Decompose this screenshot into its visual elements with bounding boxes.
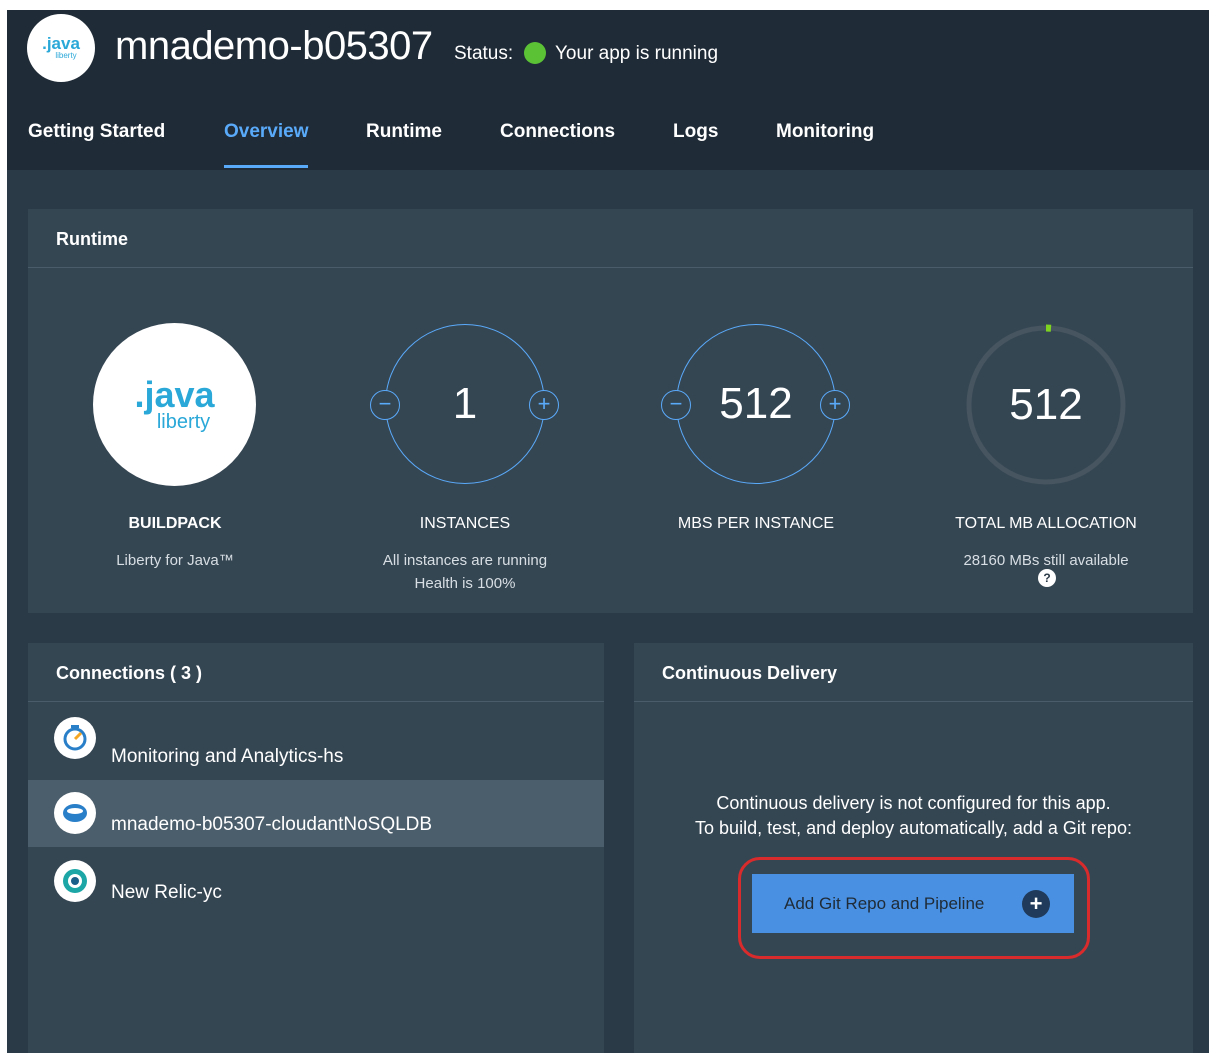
runtime-panel-header: Runtime <box>28 209 1193 268</box>
logo-liberty-text: liberty <box>55 51 77 60</box>
instances-running-text: All instances are running <box>382 552 548 569</box>
total-allocation-label: TOTAL MB ALLOCATION <box>955 515 1137 532</box>
memory-increment-button[interactable]: + <box>820 390 850 420</box>
app-dashboard: .java liberty mnademo-b05307 Status: You… <box>7 10 1209 1053</box>
instances-health-text: Health is 100% <box>414 575 516 592</box>
memory-gauge: 512 <box>676 324 836 484</box>
buildpack-value: Liberty for Java™ <box>116 552 234 569</box>
connections-panel-header: Connections ( 3 ) <box>28 643 604 702</box>
buildpack-logo: .java liberty <box>93 323 256 486</box>
tab-overview[interactable]: Overview <box>224 120 309 144</box>
connections-panel: Connections ( 3 ) Monitoring and Analyti… <box>28 643 604 1053</box>
connection-item-cloudant[interactable]: mnademo-b05307-cloudantNoSQLDB <box>28 780 604 847</box>
tab-runtime[interactable]: Runtime <box>366 120 442 144</box>
add-git-repo-label: Add Git Repo and Pipeline <box>784 894 985 913</box>
buildpack-label: BUILDPACK <box>128 515 222 532</box>
continuous-delivery-title: Continuous Delivery <box>662 663 838 683</box>
header: .java liberty mnademo-b05307 Status: You… <box>7 10 1209 170</box>
total-allocation-value: 512 <box>1009 380 1083 429</box>
connection-label: mnademo-b05307-cloudantNoSQLDB <box>111 814 433 835</box>
runtime-panel-title: Runtime <box>56 229 128 249</box>
continuous-delivery-panel: Continuous Delivery Continuous delivery … <box>634 643 1193 1053</box>
active-tab-indicator <box>224 165 308 168</box>
monitoring-icon <box>54 717 96 759</box>
connections-panel-title: Connections ( 3 ) <box>56 663 203 683</box>
instances-status: All instances are running Health is 100% <box>335 549 595 595</box>
tab-getting-started[interactable]: Getting Started <box>28 120 165 144</box>
connection-item-monitoring[interactable]: Monitoring and Analytics-hs <box>28 703 604 770</box>
tab-logs[interactable]: Logs <box>673 120 718 144</box>
connection-label: Monitoring and Analytics-hs <box>111 746 344 767</box>
memory-decrement-button[interactable]: − <box>661 390 691 420</box>
continuous-delivery-message: Continuous delivery is not configured fo… <box>634 791 1193 841</box>
app-title: mnademo-b05307 <box>115 24 433 68</box>
logo-java-text: .java <box>42 34 80 53</box>
instances-label: INSTANCES <box>419 515 511 532</box>
instances-increment-button[interactable]: + <box>529 390 559 420</box>
memory-value: 512 <box>719 379 793 428</box>
app-logo: .java liberty <box>27 14 95 82</box>
plus-icon: + <box>1022 890 1050 918</box>
continuous-delivery-header: Continuous Delivery <box>634 643 1193 702</box>
new-relic-icon <box>54 860 96 902</box>
buildpack-java-text: .java <box>134 373 215 415</box>
connection-label: New Relic-yc <box>111 882 222 903</box>
status-indicator-icon <box>524 42 546 64</box>
instances-value: 1 <box>452 379 478 428</box>
instances-decrement-button[interactable]: − <box>370 390 400 420</box>
tab-monitoring[interactable]: Monitoring <box>776 120 874 144</box>
status-text: Your app is running <box>555 43 719 64</box>
memory-label: MBS PER INSTANCE <box>677 515 835 532</box>
continuous-delivery-line2: To build, test, and deploy automatically… <box>695 818 1132 838</box>
connection-item-new-relic[interactable]: New Relic-yc <box>28 848 604 915</box>
continuous-delivery-line1: Continuous delivery is not configured fo… <box>716 793 1111 813</box>
runtime-panel: Runtime .java liberty BUILDPACK Liberty … <box>28 209 1193 613</box>
instances-gauge: 1 <box>385 324 545 484</box>
cloudant-icon <box>54 792 96 834</box>
add-git-repo-button[interactable]: Add Git Repo and Pipeline + <box>752 874 1074 933</box>
help-icon[interactable]: ? <box>1038 569 1056 587</box>
buildpack-liberty-text: liberty <box>156 410 211 433</box>
status-label: Status: <box>454 43 514 64</box>
tab-connections[interactable]: Connections <box>500 120 615 144</box>
